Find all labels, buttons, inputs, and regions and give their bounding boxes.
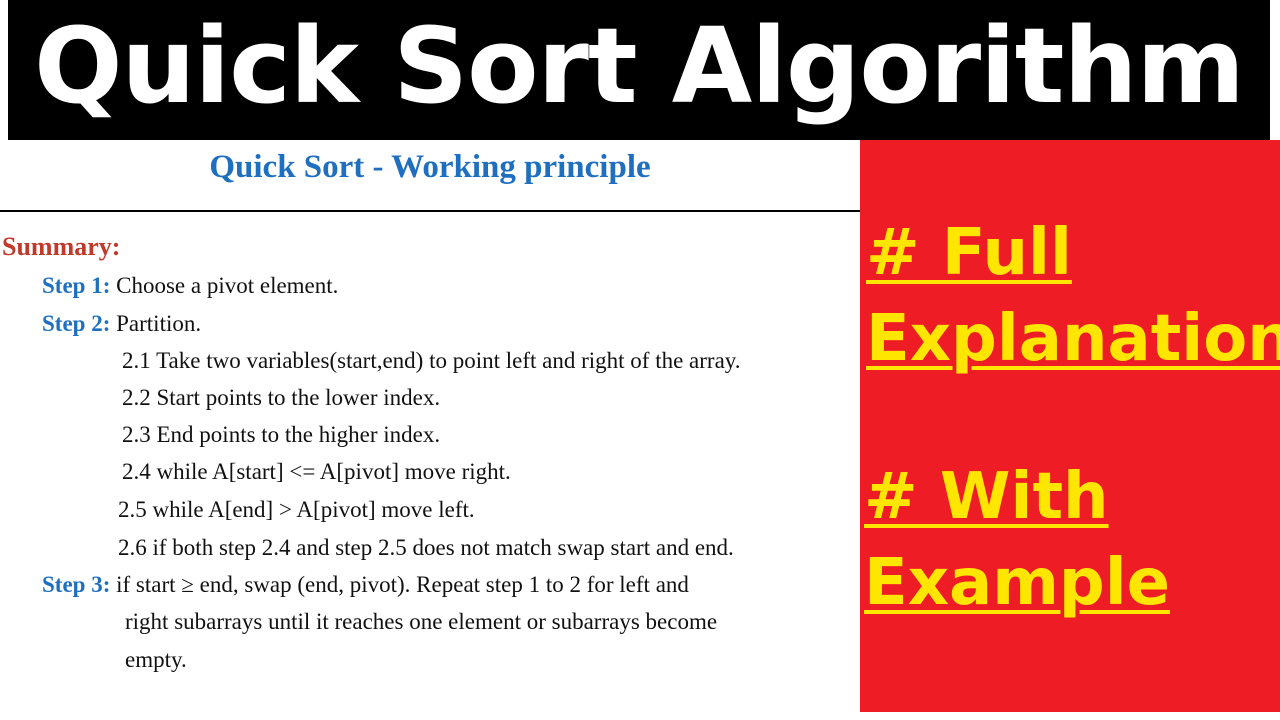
divider [0,210,860,212]
thumbnail-canvas: Quick Sort Algorithm Quick Sort - Workin… [0,0,1280,720]
step-1-label: Step 1: [42,273,111,298]
step-3-label: Step 3: [42,572,111,597]
callout-example: Example [864,546,1171,620]
summary-heading: Summary: [2,232,121,261]
section-subtitle: Quick Sort - Working principle [209,149,651,185]
substep-2-4: 2.4 while A[start] <= A[pivot] move righ… [122,459,511,484]
page-title: Quick Sort Algorithm [34,5,1245,127]
title-banner: Quick Sort Algorithm [8,0,1270,140]
callout-with: # With [864,460,1109,534]
substep-2-2: 2.2 Start points to the lower index. [122,385,441,410]
red-side-panel: # Full Explanation # With Example [860,140,1280,712]
substep-2-1: 2.1 Take two variables(start,end) to poi… [122,348,741,373]
step-3-text-line-1: if start ≥ end, swap (end, pivot). Repea… [110,572,689,597]
step-2-text: Partition. [110,311,202,336]
callout-explanation: Explanation [866,302,1280,376]
callout-full: # Full [866,216,1072,290]
step-2-line: Step 2: Partition. [42,309,201,339]
step-2-label: Step 2: [42,311,111,336]
step-3-text-line-2: right subarrays until it reaches one ele… [125,609,718,634]
step-3-text-line-3: empty. [125,647,187,672]
step-1-text: Choose a pivot element. [110,273,339,298]
step-3-line: Step 3: if start ≥ end, swap (end, pivot… [42,570,689,600]
step-1-line: Step 1: Choose a pivot element. [42,271,338,301]
substep-2-3: 2.3 End points to the higher index. [122,422,441,447]
substep-2-5: 2.5 while A[end] > A[pivot] move left. [118,497,475,522]
substep-2-6: 2.6 if both step 2.4 and step 2.5 does n… [118,535,734,560]
